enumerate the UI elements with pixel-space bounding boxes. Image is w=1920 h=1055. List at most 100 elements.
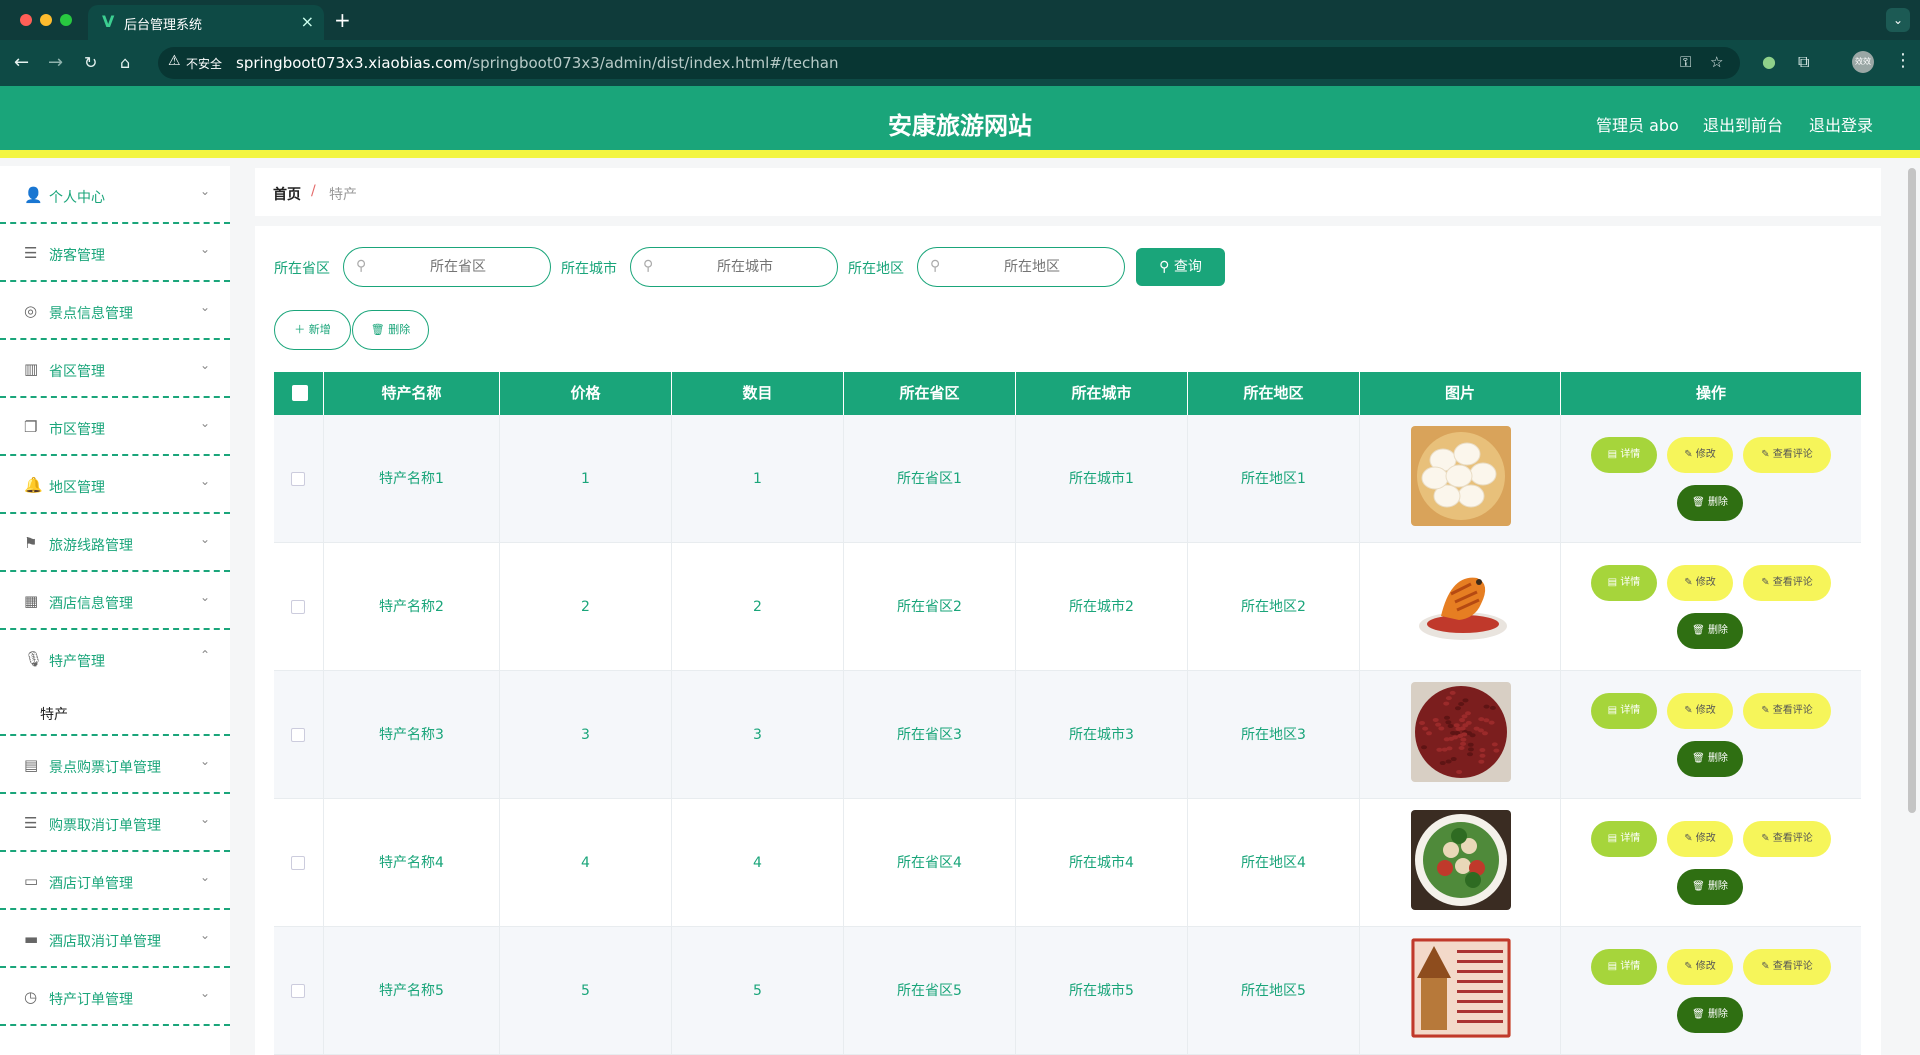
column-header[interactable]: 所在城市 <box>1016 372 1188 415</box>
column-header[interactable]: 所在省区 <box>844 372 1016 415</box>
delete-button[interactable]: 🗑 删除 <box>1677 869 1743 905</box>
page-scrollbar[interactable] <box>1908 168 1916 813</box>
sidebar-item[interactable]: 🔔 地区管理 ⌄ <box>0 456 230 514</box>
city-search-field[interactable]: ⚲ <box>630 247 838 287</box>
detail-button[interactable]: ▤ 详情 <box>1591 437 1657 473</box>
submenu-item-specialty[interactable]: 特产 <box>0 688 230 734</box>
district-input[interactable] <box>950 256 1114 278</box>
profile-avatar[interactable]: 效效 <box>1852 51 1874 73</box>
column-header[interactable]: 所在地区 <box>1188 372 1360 415</box>
bookmark-star-icon[interactable]: ☆ <box>1710 53 1723 71</box>
sidebar-item[interactable]: ▤ 景点购票订单管理 ⌄ <box>0 736 230 794</box>
url-text[interactable]: springboot073x3.xiaobias.com/springboot0… <box>236 54 838 72</box>
new-tab-icon[interactable]: + <box>334 8 351 32</box>
sidebar-item[interactable]: ⚑ 旅游线路管理 ⌄ <box>0 514 230 572</box>
braised-fish-image[interactable] <box>1411 554 1511 654</box>
back-icon[interactable]: ← <box>14 52 29 73</box>
row-checkbox[interactable] <box>291 984 305 998</box>
table-row[interactable]: 特产名称1 1 1 所在省区1 所在城市1 所在地区1 ▤ 详情 ✎ 修改 ✎ 查看评论 🗑 删除 <box>274 415 1861 543</box>
trash-icon: 🗑 <box>1692 881 1708 892</box>
delete-button[interactable]: 🗑 删除 <box>1677 997 1743 1033</box>
key-icon[interactable]: ⚿ <box>1680 53 1691 71</box>
warning-icon[interactable]: ⚠ <box>168 53 181 69</box>
edit-button[interactable]: ✎ 修改 <box>1667 565 1733 601</box>
sidebar-item[interactable]: ☰ 购票取消订单管理 ⌄ <box>0 794 230 852</box>
security-label[interactable]: 不安全 <box>186 55 222 72</box>
view-reviews-button[interactable]: ✎ 查看评论 <box>1743 437 1831 473</box>
sidebar-item[interactable]: ▭ 酒店订单管理 ⌄ <box>0 852 230 910</box>
sidebar-item[interactable]: ◎ 景点信息管理 ⌄ <box>0 282 230 340</box>
row-checkbox[interactable] <box>291 856 305 870</box>
red-beans-image[interactable] <box>1411 682 1511 782</box>
district-search-field[interactable]: ⚲ <box>917 247 1125 287</box>
sidebar-item[interactable]: ▦ 酒店信息管理 ⌄ <box>0 572 230 630</box>
table-row[interactable]: 特产名称3 3 3 所在省区3 所在城市3 所在地区3 ▤ 详情 ✎ 修改 ✎ 查看评论 🗑 删除 <box>274 671 1861 799</box>
browser-menu-icon[interactable]: ⋮ <box>1894 50 1912 71</box>
detail-button[interactable]: ▤ 详情 <box>1591 565 1657 601</box>
sidebar-item[interactable]: 🎙 特产管理 ⌃ <box>0 630 230 688</box>
minimize-window-icon[interactable] <box>40 14 52 26</box>
home-icon[interactable]: ⌂ <box>120 53 130 72</box>
edit-button[interactable]: ✎ 修改 <box>1667 693 1733 729</box>
view-reviews-button[interactable]: ✎ 查看评论 <box>1743 565 1831 601</box>
view-reviews-button[interactable]: ✎ 查看评论 <box>1743 949 1831 985</box>
detail-button[interactable]: ▤ 详情 <box>1591 693 1657 729</box>
row-checkbox[interactable] <box>291 728 305 742</box>
extension-icon[interactable]: ● <box>1762 52 1776 71</box>
delete-button[interactable]: 🗑 删除 <box>1677 613 1743 649</box>
close-tab-icon[interactable]: × <box>301 12 314 31</box>
pagoda-poster-image[interactable] <box>1411 938 1511 1038</box>
clipboard-icon: ▤ <box>24 756 39 774</box>
browser-tab[interactable]: V 后台管理系统 × <box>88 5 324 40</box>
delete-button[interactable]: 🗑 删除 <box>1677 741 1743 777</box>
sidebar-item[interactable]: ❐ 市区管理 ⌄ <box>0 398 230 456</box>
edit-button[interactable]: ✎ 修改 <box>1667 949 1733 985</box>
sidebar-item[interactable]: ◷ 特产订单管理 ⌄ <box>0 968 230 1026</box>
breadcrumb-home[interactable]: 首页 <box>273 184 301 204</box>
province-search-field[interactable]: ⚲ <box>343 247 551 287</box>
sidebar-item[interactable]: 👤 个人中心 ⌄ <box>0 166 230 224</box>
add-button[interactable]: ＋ 新增 <box>274 310 351 350</box>
column-header[interactable]: 操作 <box>1561 372 1861 415</box>
column-header[interactable]: 特产名称 <box>324 372 500 415</box>
query-button[interactable]: ⚲ 查询 <box>1136 248 1225 286</box>
view-reviews-button[interactable]: ✎ 查看评论 <box>1743 821 1831 857</box>
batch-delete-button[interactable]: 🗑 删除 <box>352 310 429 350</box>
printer-icon: ▬ <box>24 930 39 948</box>
view-reviews-button[interactable]: ✎ 查看评论 <box>1743 693 1831 729</box>
detail-button[interactable]: ▤ 详情 <box>1591 821 1657 857</box>
cell-city: 所在城市3 <box>1016 671 1188 799</box>
edit-button[interactable]: ✎ 修改 <box>1667 437 1733 473</box>
maximize-window-icon[interactable] <box>60 14 72 26</box>
delete-button[interactable]: 🗑 删除 <box>1677 485 1743 521</box>
view-reviews-button-label: 查看评论 <box>1772 577 1813 588</box>
column-header[interactable]: 价格 <box>500 372 672 415</box>
city-input[interactable] <box>663 256 827 278</box>
sidebar-item[interactable]: ▬ 酒店取消订单管理 ⌄ <box>0 910 230 968</box>
province-input[interactable] <box>376 256 540 278</box>
address-bar[interactable]: ⚠ 不安全 springboot073x3.xiaobias.com/sprin… <box>158 47 1740 79</box>
edit-button[interactable]: ✎ 修改 <box>1667 821 1733 857</box>
forward-icon[interactable]: → <box>48 52 63 73</box>
column-header[interactable]: 图片 <box>1360 372 1561 415</box>
exit-to-front-link[interactable]: 退出到前台 <box>1703 112 1783 136</box>
pencil-icon: ✎ <box>1684 577 1696 588</box>
delete-button-label: 删除 <box>1707 753 1728 764</box>
close-window-icon[interactable] <box>20 14 32 26</box>
table-row[interactable]: 特产名称2 2 2 所在省区2 所在城市2 所在地区2 ▤ 详情 ✎ 修改 ✎ 查看评论 🗑 删除 <box>274 543 1861 671</box>
puzzle-icon[interactable]: ⧉ <box>1798 52 1809 72</box>
sidebar-item[interactable]: ☰ 游客管理 ⌄ <box>0 224 230 282</box>
table-row[interactable]: 特产名称5 5 5 所在省区5 所在城市5 所在地区5 ▤ 详情 ✎ 修改 ✎ 查看评论 🗑 删除 <box>274 927 1861 1055</box>
tab-search-icon[interactable]: ⌄ <box>1886 8 1910 32</box>
detail-button[interactable]: ▤ 详情 <box>1591 949 1657 985</box>
sidebar-item[interactable]: ▥ 省区管理 ⌄ <box>0 340 230 398</box>
steamed-buns-image[interactable] <box>1411 426 1511 526</box>
reload-icon[interactable]: ↻ <box>84 53 97 72</box>
logout-link[interactable]: 退出登录 <box>1809 112 1873 136</box>
column-header[interactable]: 数目 <box>672 372 844 415</box>
select-all-checkbox[interactable] <box>292 385 308 401</box>
row-checkbox[interactable] <box>291 600 305 614</box>
row-checkbox[interactable] <box>291 472 305 486</box>
table-row[interactable]: 特产名称4 4 4 所在省区4 所在城市4 所在地区4 ▤ 详情 ✎ 修改 ✎ 查看评论 🗑 删除 <box>274 799 1861 927</box>
salad-bowl-image[interactable] <box>1411 810 1511 910</box>
